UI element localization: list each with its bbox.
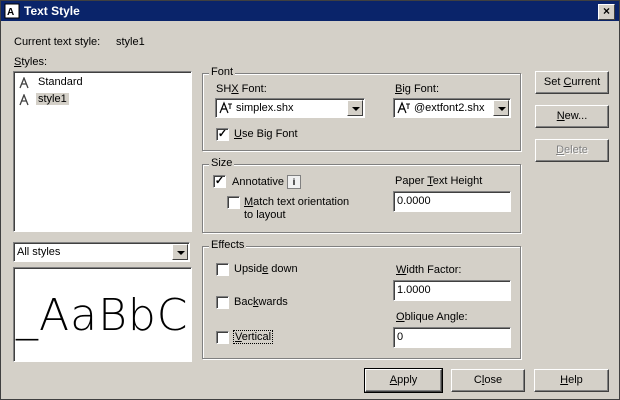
text-style-app-icon: A	[4, 3, 20, 19]
paper-text-height-label: Paper Text Height	[395, 175, 483, 187]
new-style-button[interactable]: New...	[535, 105, 609, 128]
list-item[interactable]: Standard	[16, 75, 186, 91]
close-icon: ×	[602, 4, 610, 18]
current-style-label: Current text style:	[14, 36, 101, 48]
style-name: Standard	[38, 76, 83, 88]
close-window-button[interactable]: ×	[598, 4, 615, 20]
styles-label: Styles:	[14, 56, 48, 68]
size-group-legend: Size	[209, 157, 235, 169]
shx-font-label: SHX Font:	[216, 83, 267, 95]
backwards-checkbox[interactable]	[216, 296, 229, 309]
chevron-down-icon[interactable]	[493, 100, 509, 116]
help-button[interactable]: Help	[534, 369, 609, 392]
set-current-button[interactable]: Set Current	[535, 71, 609, 94]
shx-font-icon	[219, 101, 232, 114]
use-big-font-label[interactable]: Use Big Font	[234, 128, 298, 140]
backwards-label[interactable]: Backwards	[234, 296, 288, 308]
upside-down-checkbox[interactable]	[216, 263, 229, 276]
match-orientation-label[interactable]: Match text orientation	[244, 196, 349, 208]
preview-text: _AaBbCc	[16, 290, 191, 341]
styles-list[interactable]: Standard style1	[13, 71, 192, 232]
title-bar[interactable]: A Text Style ×	[1, 1, 619, 21]
oblique-angle-input[interactable]: 0	[393, 327, 511, 348]
checkmark-icon: ✓	[217, 128, 228, 140]
annotative-label[interactable]: Annotative i	[232, 175, 301, 189]
apply-button[interactable]: Apply	[364, 368, 443, 393]
close-button[interactable]: Close	[451, 369, 525, 392]
styles-filter-select[interactable]: All styles	[13, 242, 190, 262]
width-factor-label: Width Factor:	[396, 264, 462, 276]
styles-filter-value: All styles	[17, 246, 61, 258]
oblique-angle-label: Oblique Angle:	[396, 311, 468, 323]
paper-text-height-input[interactable]: 0.0000	[393, 191, 511, 212]
style-name: style1	[36, 93, 69, 105]
use-big-font-checkbox[interactable]: ✓	[216, 128, 229, 141]
big-font-select[interactable]: @extfont2.shx	[393, 98, 511, 118]
checkmark-icon: ✓	[214, 175, 225, 187]
big-font-value: @extfont2.shx	[414, 102, 485, 114]
delete-style-button[interactable]: Delete	[535, 139, 609, 162]
match-orientation-checkbox[interactable]	[227, 196, 240, 209]
shx-font-icon	[397, 101, 410, 114]
annotative-text-icon	[19, 77, 29, 89]
window-title: Text Style	[24, 4, 80, 18]
vertical-checkbox[interactable]	[216, 331, 229, 344]
svg-text:A: A	[7, 7, 14, 18]
shx-font-select[interactable]: simplex.shx	[215, 98, 365, 118]
font-group-legend: Font	[209, 66, 236, 78]
annotative-text-icon	[19, 94, 29, 106]
current-style-value: style1	[116, 36, 145, 48]
chevron-down-icon[interactable]	[172, 244, 188, 260]
text-style-dialog: A Text Style × Current text style: style…	[0, 0, 620, 400]
text-preview: _AaBbCc	[13, 267, 192, 362]
effects-group-legend: Effects	[209, 239, 247, 251]
list-item[interactable]: style1	[16, 92, 186, 108]
upside-down-label[interactable]: Upside down	[234, 263, 298, 275]
annotative-checkbox[interactable]: ✓	[213, 175, 226, 188]
width-factor-input[interactable]: 1.0000	[393, 280, 511, 301]
big-font-label: Big Font:	[395, 83, 440, 95]
chevron-down-icon[interactable]	[347, 100, 363, 116]
shx-font-value: simplex.shx	[236, 102, 294, 114]
vertical-label[interactable]: Vertical	[233, 330, 274, 344]
match-orientation-label-line2: to layout	[244, 209, 286, 221]
info-icon[interactable]: i	[286, 175, 301, 189]
